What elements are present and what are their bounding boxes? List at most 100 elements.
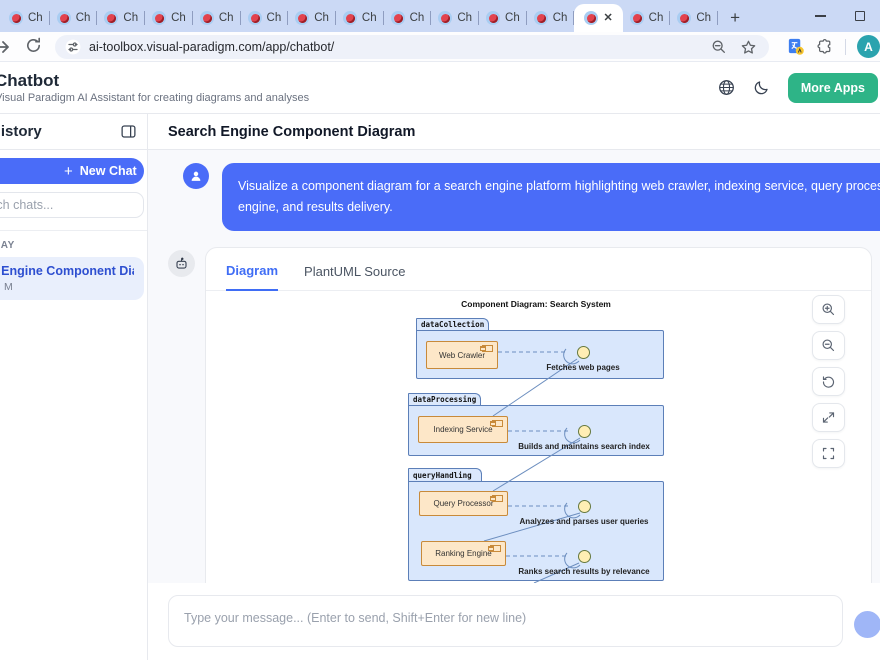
app-subtitle: Visual Paradigm AI Assistant for creatin…	[0, 92, 309, 104]
tab-separator	[717, 11, 718, 25]
vp-favicon-icon	[584, 11, 598, 25]
uml-interface-label: Fetches web pages	[546, 363, 619, 372]
tab-label: Ch	[505, 12, 520, 24]
browser-tab[interactable]: Ch	[97, 4, 145, 32]
component-icon	[482, 345, 493, 352]
message-input[interactable]	[168, 595, 843, 647]
extensions-puzzle-icon[interactable]	[816, 38, 834, 56]
browser-tab[interactable]: Ch	[670, 4, 718, 32]
app-title: Chatbot	[0, 71, 309, 91]
card-tab-bar: Diagram PlantUML Source	[206, 248, 871, 291]
tab-label: Ch	[457, 12, 472, 24]
forward-icon[interactable]	[0, 37, 13, 57]
browser-tab[interactable]: Ch	[241, 4, 289, 32]
diagram-toolbar	[812, 295, 845, 468]
chat-item-title: Search Engine Component Dia...	[0, 264, 134, 278]
uml-interface-label: Builds and maintains search index	[518, 442, 650, 451]
panel-toggle-icon[interactable]	[120, 123, 137, 145]
reload-icon[interactable]	[22, 36, 44, 55]
card-tab-plantuml-source[interactable]: PlantUML Source	[304, 264, 405, 290]
tab-label: Ch	[696, 12, 711, 24]
tab-label: Ch	[123, 12, 138, 24]
tab-label: Ch	[362, 12, 377, 24]
tab-close-icon[interactable]: ✕	[603, 13, 612, 24]
uml-interface-ball	[577, 346, 590, 359]
page-title: Search Engine Component Diagram	[168, 124, 415, 140]
browser-tab[interactable]: Ch	[2, 4, 50, 32]
more-apps-button[interactable]: More Apps	[788, 73, 878, 103]
bookmark-star-icon[interactable]	[740, 39, 757, 56]
vp-favicon-icon	[677, 11, 691, 25]
sidebar-divider	[0, 230, 147, 231]
dark-mode-moon-icon[interactable]	[753, 79, 770, 96]
address-bar[interactable]: ai-toolbox.visual-paradigm.com/app/chatb…	[55, 35, 769, 59]
vp-favicon-icon	[104, 11, 118, 25]
uml-component: Web Crawler	[426, 341, 498, 369]
message-input-area	[148, 583, 880, 660]
uml-interface-ball	[578, 500, 591, 513]
tab-label: Ch	[171, 12, 186, 24]
diagram-connectors	[206, 291, 871, 583]
uml-component: Indexing Service	[418, 416, 508, 443]
language-globe-icon[interactable]	[718, 79, 735, 96]
fit-view-button[interactable]	[812, 403, 845, 432]
browser-toolbar: ai-toolbox.visual-paradigm.com/app/chatb…	[0, 32, 880, 62]
browser-tab[interactable]: Ch	[623, 4, 671, 32]
diagram-canvas[interactable]: Component Diagram: Search SystemdataColl…	[206, 291, 871, 583]
zoom-in-button[interactable]	[812, 295, 845, 324]
search-chats-input[interactable]	[0, 192, 144, 218]
new-chat-label: New Chat	[80, 164, 137, 178]
vp-favicon-icon	[486, 11, 500, 25]
component-icon	[492, 420, 503, 427]
tab-label: Ch	[76, 12, 91, 24]
browser-tab[interactable]: Ch	[145, 4, 193, 32]
browser-tab[interactable]: Ch	[50, 4, 98, 32]
url-text[interactable]: ai-toolbox.visual-paradigm.com/app/chatb…	[89, 40, 711, 54]
vp-favicon-icon	[248, 11, 262, 25]
browser-tab[interactable]: Ch	[479, 4, 527, 32]
browser-tab-active[interactable]: ✕	[574, 4, 622, 32]
send-button[interactable]	[854, 611, 880, 638]
chat-item-timestamp: M	[4, 281, 134, 293]
response-card: Diagram PlantUML Source Component Diagram…	[205, 247, 872, 583]
browser-tab[interactable]: Ch	[193, 4, 241, 32]
site-settings-icon[interactable]	[65, 39, 81, 55]
browser-tab[interactable]: Ch	[527, 4, 575, 32]
tab-label: Ch	[314, 12, 329, 24]
window-maximize-button[interactable]	[840, 0, 880, 32]
vp-favicon-icon	[57, 11, 71, 25]
browser-tab[interactable]: Ch	[336, 4, 384, 32]
tab-label: Ch	[267, 12, 282, 24]
uml-component: Ranking Engine	[421, 541, 506, 566]
zoom-out-button[interactable]	[812, 331, 845, 360]
conversation-title-bar: Search Engine Component Diagram	[148, 114, 880, 150]
new-chat-button[interactable]: + New Chat	[0, 158, 144, 184]
zoom-out-page-icon[interactable]	[711, 39, 727, 55]
fullscreen-button[interactable]	[812, 439, 845, 468]
new-tab-button[interactable]: +	[722, 5, 748, 31]
browser-tab[interactable]: Ch	[384, 4, 432, 32]
uml-interface-ball	[578, 550, 591, 563]
uml-interface-label: Ranks search results by relevance	[518, 567, 649, 576]
plus-icon: +	[64, 163, 73, 180]
vp-favicon-icon	[343, 11, 357, 25]
browser-tab-strip: Ch Ch Ch Ch Ch Ch Ch Ch Ch Ch Ch Ch ✕ Ch Ch +	[0, 0, 880, 32]
section-label-today: TODAY	[0, 240, 147, 251]
app-header: Chatbot Visual Paradigm AI Assistant for…	[0, 62, 880, 114]
user-avatar	[183, 163, 209, 189]
window-minimize-button[interactable]	[800, 0, 840, 32]
translate-extension-icon[interactable]	[786, 37, 805, 56]
uml-interface-label: Analyzes and parses user queries	[520, 517, 649, 526]
browser-tab[interactable]: Ch	[288, 4, 336, 32]
chat-area: Visualize a component diagram for a sear…	[148, 150, 880, 583]
user-message-bubble: Visualize a component diagram for a sear…	[222, 163, 880, 231]
vp-favicon-icon	[630, 11, 644, 25]
vp-favicon-icon	[438, 11, 452, 25]
card-tab-diagram[interactable]: Diagram	[226, 263, 278, 291]
chat-history-item[interactable]: Search Engine Component Dia... M	[0, 257, 144, 300]
profile-avatar[interactable]: A	[857, 35, 880, 58]
browser-tab[interactable]: Ch	[431, 4, 479, 32]
tab-label: Ch	[219, 12, 234, 24]
toolbar-divider	[845, 39, 846, 55]
reset-view-button[interactable]	[812, 367, 845, 396]
